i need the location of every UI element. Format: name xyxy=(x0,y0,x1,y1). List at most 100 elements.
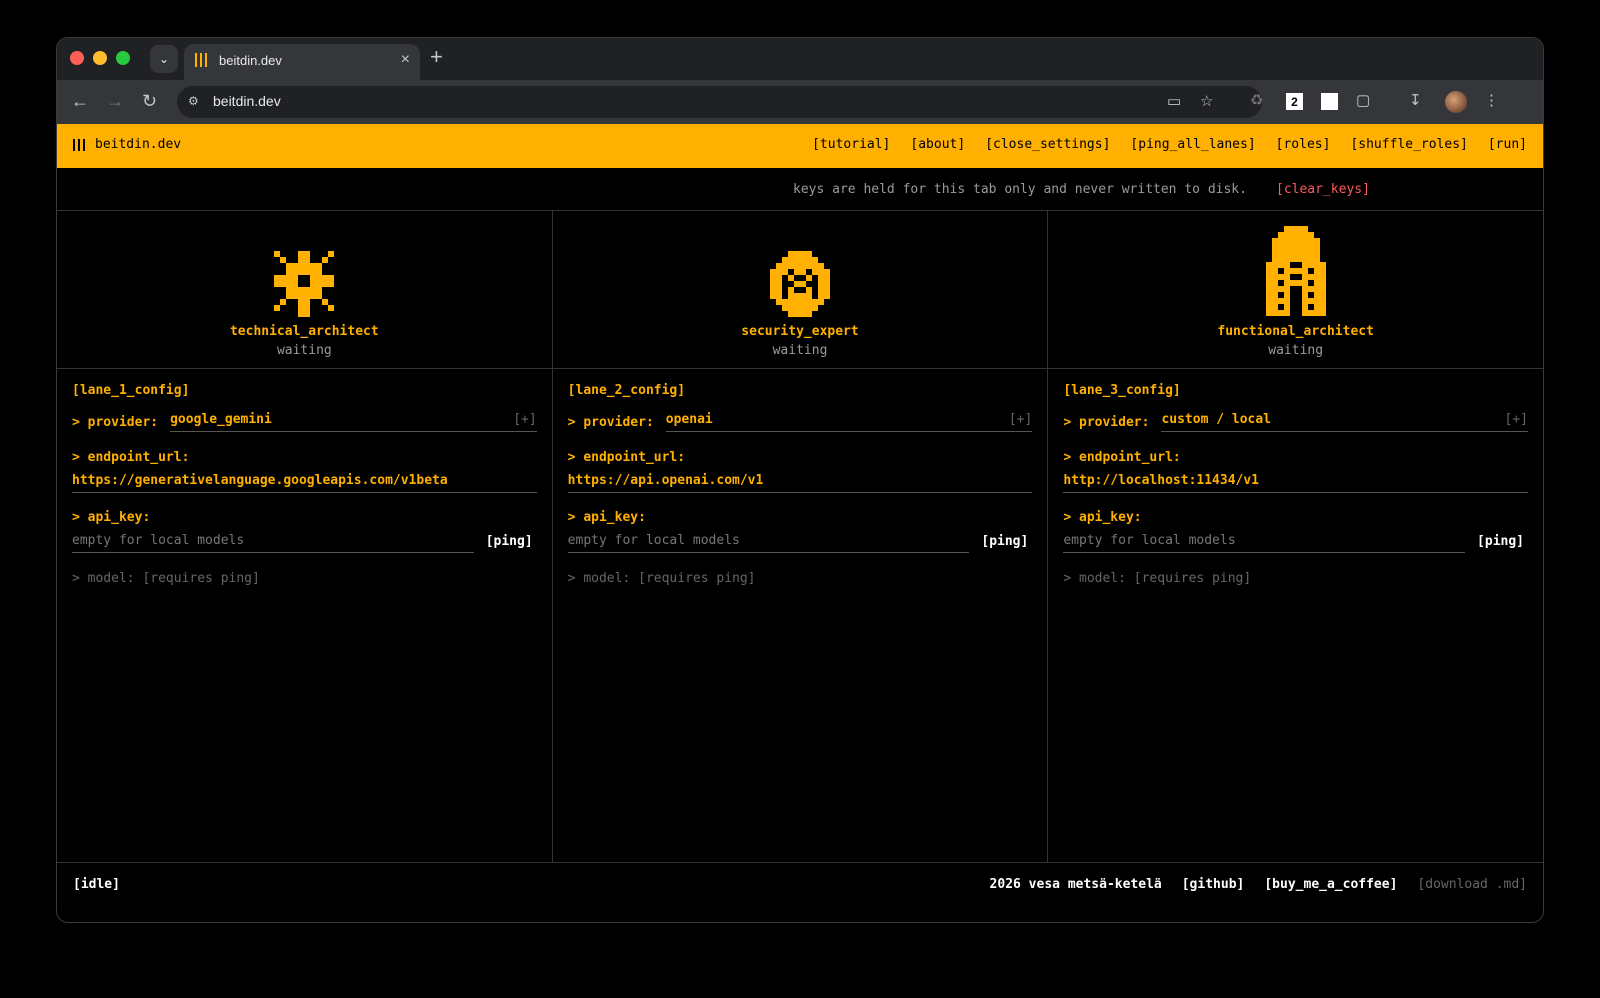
lane-header: functional_architect waiting xyxy=(1048,211,1543,369)
lane-header: security_expert waiting xyxy=(552,211,1048,369)
browser-menu-icon[interactable]: ⋮ xyxy=(1484,91,1499,109)
menu-ping-all-lanes[interactable]: [ping_all_lanes] xyxy=(1130,137,1255,152)
clear-keys-button[interactable]: [clear_keys] xyxy=(1276,182,1370,197)
lane-config-title: [lane_2_config] xyxy=(567,383,686,398)
provider-label: > provider: xyxy=(1063,414,1150,430)
recycle-extension-icon[interactable]: ♻ xyxy=(1250,91,1263,109)
download-md-button[interactable]: [download .md] xyxy=(1417,877,1527,892)
shield-face-icon xyxy=(770,251,830,317)
reload-icon[interactable]: ↻ xyxy=(142,90,157,112)
bookmark-star-icon[interactable]: ☆ xyxy=(1200,92,1213,110)
building-icon xyxy=(1265,226,1326,316)
api-key-input[interactable]: empty for local models xyxy=(72,533,474,553)
endpoint-input[interactable]: https://api.openai.com/v1 xyxy=(567,473,1033,493)
coffee-link[interactable]: [buy_me_a_coffee] xyxy=(1264,877,1397,892)
add-provider-button[interactable]: [+] xyxy=(1009,412,1032,427)
forward-arrow-icon[interactable]: → xyxy=(106,90,124,112)
lane-config: [lane_1_config] > provider: google_gemin… xyxy=(72,383,537,586)
api-key-label: > api_key: xyxy=(72,510,151,525)
menu-about[interactable]: [about] xyxy=(910,137,965,152)
role-name: technical_architect xyxy=(229,324,379,339)
extension-badge-icon[interactable]: 2 xyxy=(1286,93,1303,110)
role-status: waiting xyxy=(276,343,332,358)
model-selector: > model: [requires ping] xyxy=(72,571,260,586)
app-root: beitdin.dev [tutorial] [about] [close_se… xyxy=(57,124,1543,922)
lane-config-title: [lane_1_config] xyxy=(72,383,190,398)
role-name: security_expert xyxy=(741,324,859,339)
provider-row: > provider: custom / local [+] xyxy=(1063,412,1529,432)
api-key-label: > api_key: xyxy=(567,510,646,525)
role-status: waiting xyxy=(1268,343,1324,358)
minimize-window-button[interactable] xyxy=(93,51,107,65)
endpoint-input[interactable]: http://localhost:11434/v1 xyxy=(1063,473,1529,493)
footer-links: 2026 vesa metsä-ketelä [github] [buy_me_… xyxy=(990,877,1527,892)
key-notice-bar: keys are held for this tab only and neve… xyxy=(57,168,1543,211)
provider-value: openai xyxy=(665,412,713,427)
endpoint-input[interactable]: https://generativelanguage.googleapis.co… xyxy=(72,473,537,493)
tab-strip: ⌄ beitdin.dev × + xyxy=(57,38,1543,80)
endpoint-label: > endpoint_url: xyxy=(1063,450,1181,465)
endpoint-label: > endpoint_url: xyxy=(72,450,190,465)
model-selector: > model: [requires ping] xyxy=(567,571,756,586)
endpoint-label: > endpoint_url: xyxy=(567,450,686,465)
favicon-bars-icon xyxy=(195,53,209,69)
lane-header: technical_architect waiting xyxy=(57,211,552,369)
add-provider-button[interactable]: [+] xyxy=(513,412,536,427)
address-url: beitdin.dev xyxy=(213,93,281,109)
new-tab-plus-icon[interactable]: + xyxy=(430,46,443,68)
api-key-row: empty for local models [ping] xyxy=(72,533,537,553)
ping-button[interactable]: [ping] xyxy=(486,534,533,553)
api-key-input[interactable]: empty for local models xyxy=(567,533,970,553)
github-link[interactable]: [github] xyxy=(1182,877,1245,892)
zoom-window-button[interactable] xyxy=(116,51,130,65)
brand[interactable]: beitdin.dev xyxy=(73,137,181,152)
back-arrow-icon[interactable]: ← xyxy=(71,90,89,112)
site-settings-icon[interactable]: ⚙ xyxy=(188,94,204,110)
ping-button[interactable]: [ping] xyxy=(1477,534,1524,553)
menu-shuffle-roles[interactable]: [shuffle_roles] xyxy=(1350,137,1467,152)
tab-close-icon[interactable]: × xyxy=(401,51,410,69)
run-status: [idle] xyxy=(73,877,120,892)
role-name: functional_architect xyxy=(1217,324,1374,339)
tab-title: beitdin.dev xyxy=(219,53,282,68)
address-bar[interactable]: ⚙ beitdin.dev ▭ ☆ xyxy=(177,86,1262,118)
lane-3: functional_architect waiting [lane_3_con… xyxy=(1048,211,1543,862)
ping-button[interactable]: [ping] xyxy=(981,534,1028,553)
asterisk-glyph-icon xyxy=(274,251,335,317)
role-status: waiting xyxy=(772,343,828,358)
provider-label: > provider: xyxy=(567,414,654,430)
api-key-input[interactable]: empty for local models xyxy=(1063,533,1466,553)
menu-roles[interactable]: [roles] xyxy=(1276,137,1331,152)
model-selector: > model: [requires ping] xyxy=(1063,571,1252,586)
menu-close-settings[interactable]: [close_settings] xyxy=(985,137,1110,152)
tab-search-chevron-icon[interactable]: ⌄ xyxy=(150,45,178,73)
api-key-row: empty for local models [ping] xyxy=(567,533,1033,553)
profile-avatar[interactable] xyxy=(1445,91,1467,113)
provider-select[interactable]: google_gemini [+] xyxy=(170,412,537,432)
menu-run[interactable]: [run] xyxy=(1488,137,1527,152)
lane-1: technical_architect waiting [lane_1_conf… xyxy=(57,211,553,862)
provider-row: > provider: openai [+] xyxy=(568,412,1033,432)
browser-tab[interactable]: beitdin.dev × xyxy=(184,44,420,80)
close-window-button[interactable] xyxy=(70,51,84,65)
top-menu: [tutorial] [about] [close_settings] [pin… xyxy=(812,137,1527,152)
lanes: technical_architect waiting [lane_1_conf… xyxy=(57,211,1543,862)
lane-config: [lane_3_config] > provider: custom / loc… xyxy=(1063,383,1529,586)
credit-text: 2026 vesa metsä-ketelä xyxy=(989,877,1162,892)
browser-window: ⌄ beitdin.dev × + ← → ↻ ⚙ beitdin.dev ▭ … xyxy=(56,37,1544,923)
provider-select[interactable]: openai [+] xyxy=(665,412,1033,432)
brand-name: beitdin.dev xyxy=(95,137,182,152)
install-app-icon[interactable]: ▭ xyxy=(1167,92,1181,110)
extension-square-icon[interactable] xyxy=(1321,93,1338,110)
extensions-puzzle-icon[interactable]: ▢ xyxy=(1356,91,1370,109)
provider-value: google_gemini xyxy=(170,412,272,427)
lane-config: [lane_2_config] > provider: openai [+] >… xyxy=(567,383,1033,586)
browser-toolbar: ← → ↻ ⚙ beitdin.dev ▭ ☆ ♻ 2 ▢ ↧ ⋮ xyxy=(57,80,1543,124)
provider-select[interactable]: custom / local [+] xyxy=(1161,412,1529,432)
menu-tutorial[interactable]: [tutorial] xyxy=(812,137,890,152)
download-icon[interactable]: ↧ xyxy=(1409,91,1422,109)
add-provider-button[interactable]: [+] xyxy=(1505,412,1528,427)
provider-value: custom / local xyxy=(1161,412,1272,427)
provider-label: > provider: xyxy=(72,414,159,430)
api-key-label: > api_key: xyxy=(1063,510,1142,525)
